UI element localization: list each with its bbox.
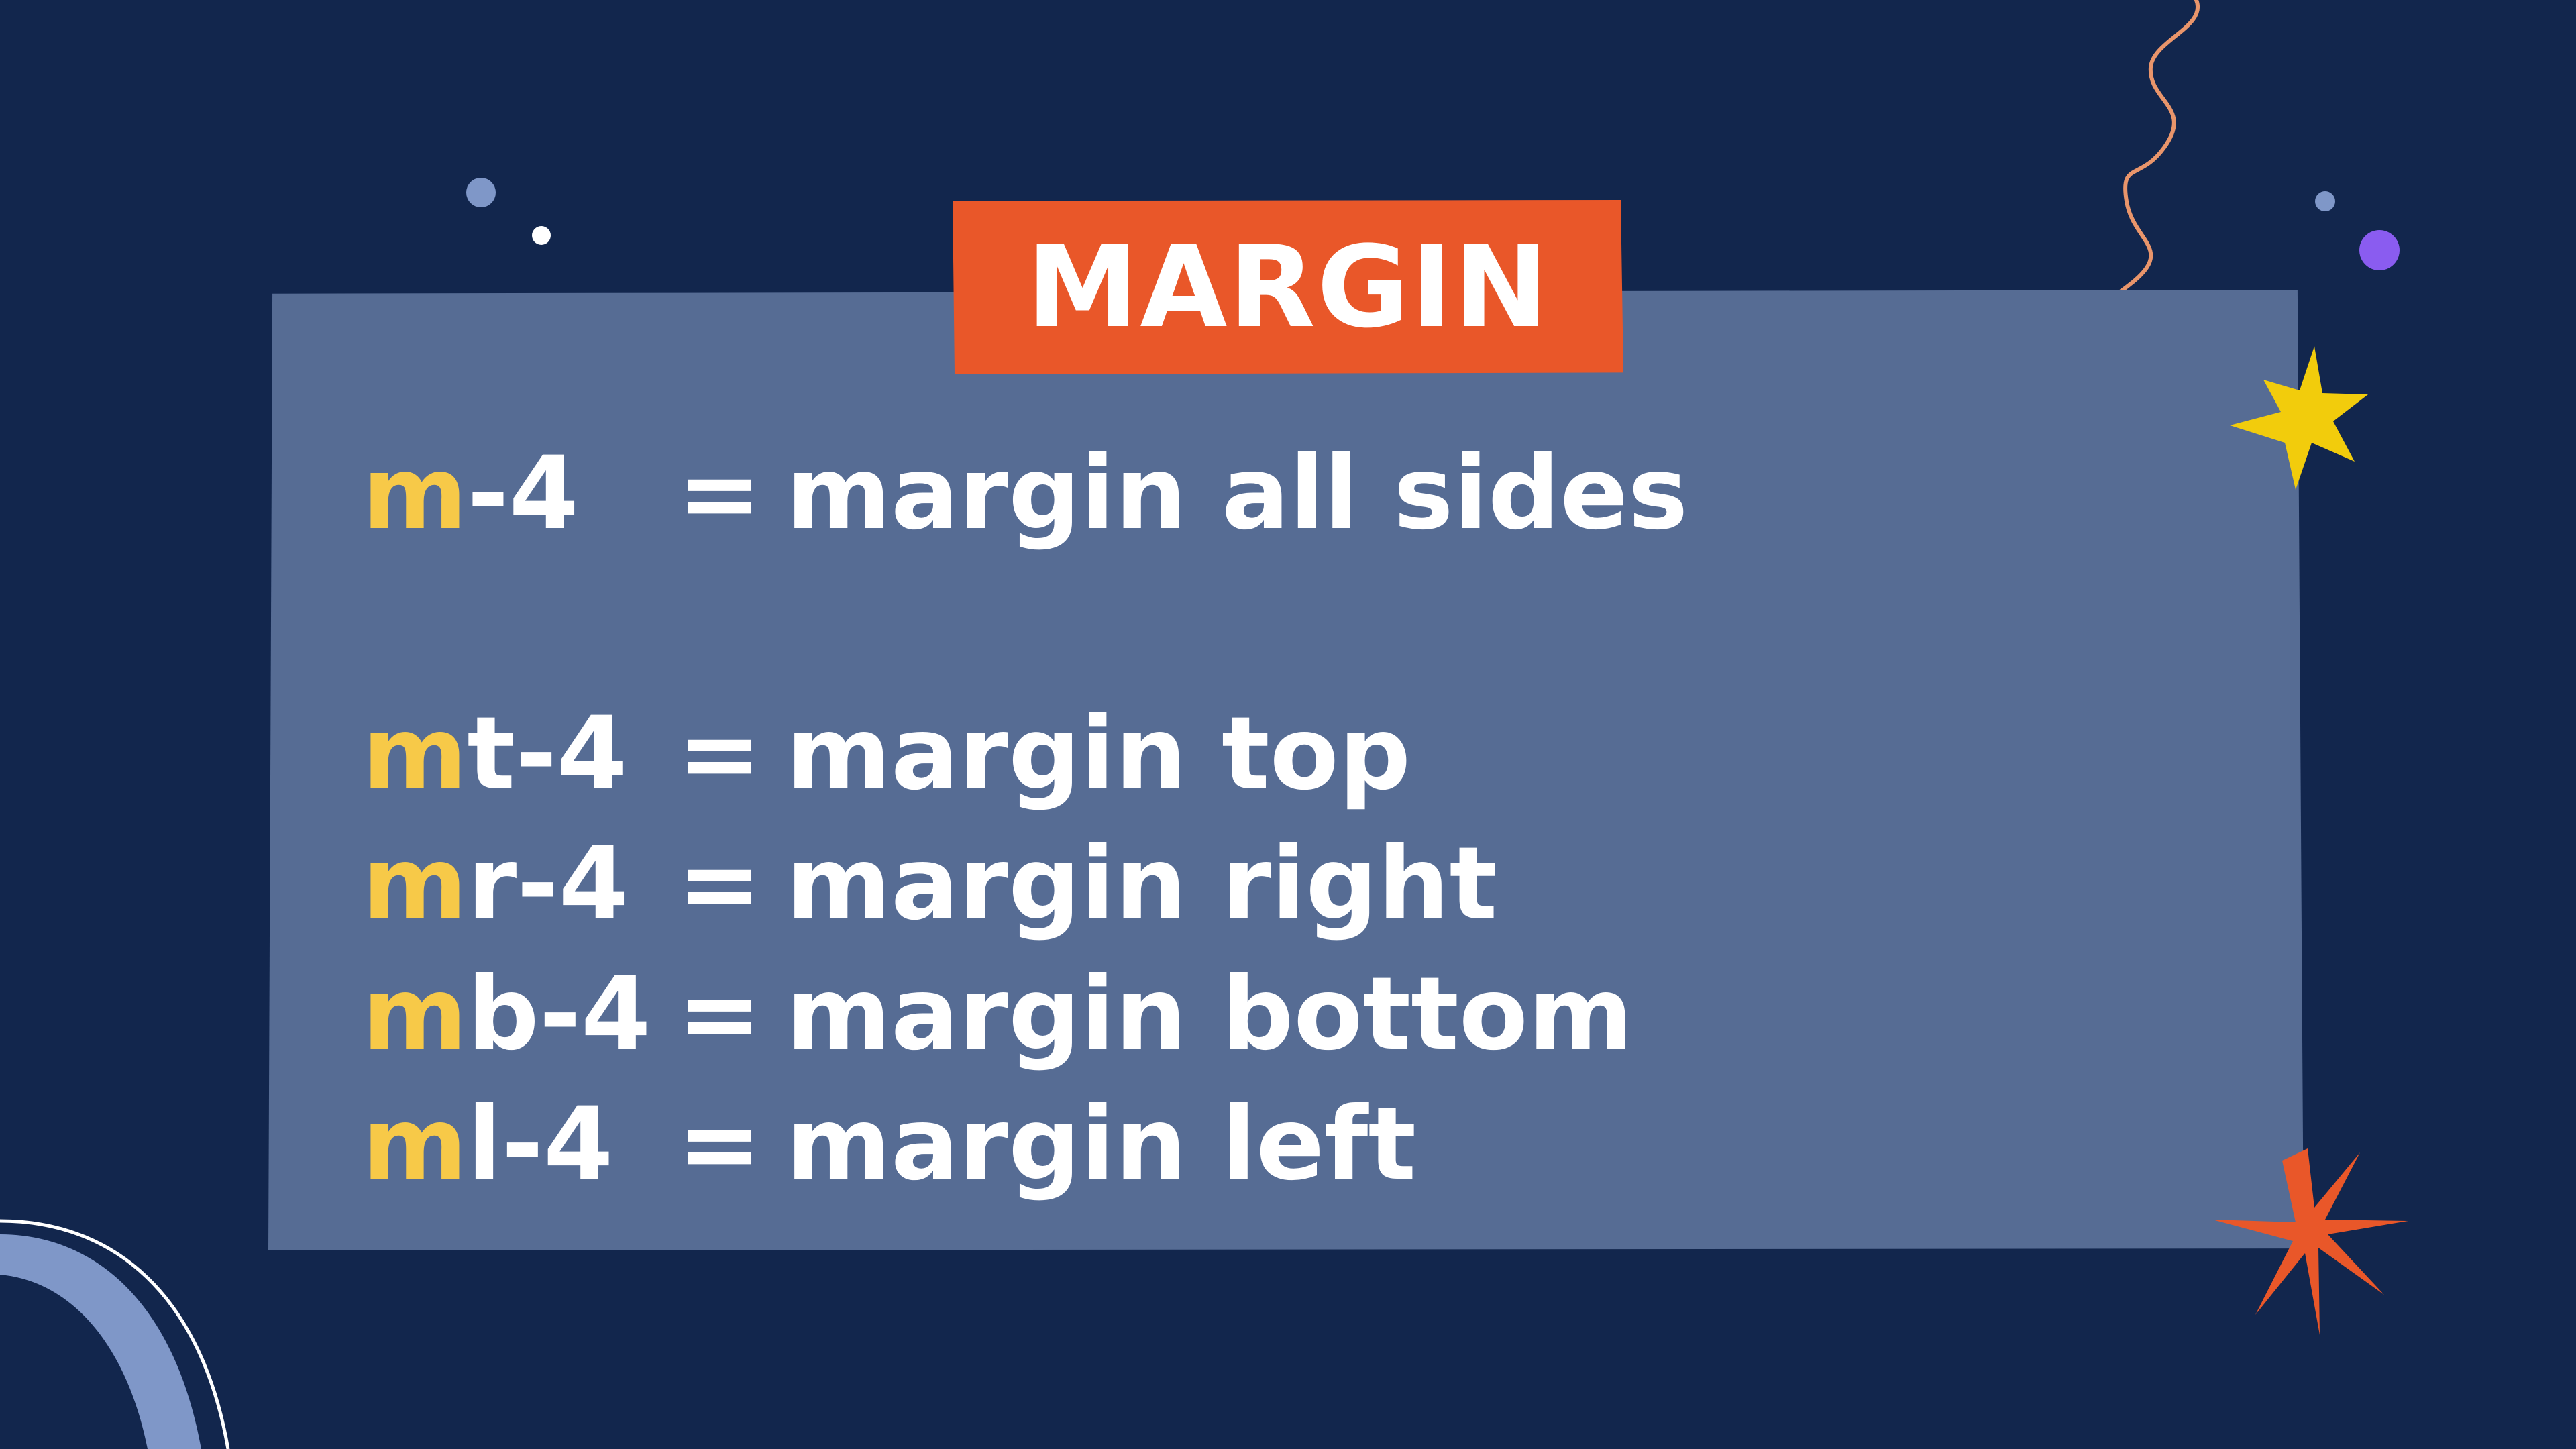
dot-icon-white-left	[532, 226, 551, 245]
class-prefix: m	[362, 1086, 468, 1203]
class-description: margin left	[786, 1086, 1417, 1203]
class-prefix: m	[362, 826, 468, 943]
class-code: mb-4	[362, 964, 678, 1065]
class-description: margin all sides	[786, 435, 1688, 552]
class-suffix: l-4	[467, 1086, 614, 1203]
starburst-icon	[2212, 1148, 2408, 1335]
equals-sign: =	[678, 1086, 762, 1203]
equals-sign: =	[678, 435, 762, 552]
class-prefix: m	[362, 696, 468, 812]
equals-sign: =	[678, 826, 762, 943]
list-item: m-4 = margin all sides	[362, 427, 1688, 561]
class-code: mr-4	[362, 834, 678, 934]
class-description: margin right	[786, 826, 1498, 943]
list-item: mb-4 = margin bottom	[362, 947, 1633, 1081]
class-code: mt-4	[362, 704, 678, 804]
page-title: MARGIN	[1026, 221, 1550, 353]
dot-icon-blue-left	[466, 178, 496, 207]
dot-icon-blue-right	[2315, 191, 2335, 211]
class-suffix: t-4	[467, 696, 627, 812]
list-item: mr-4 = margin right	[362, 817, 1497, 951]
class-code: m-4	[362, 443, 678, 544]
class-description: margin bottom	[786, 956, 1633, 1073]
equals-sign: =	[678, 696, 762, 812]
class-prefix: m	[362, 956, 468, 1073]
class-description: margin top	[786, 696, 1411, 812]
class-suffix: -4	[467, 435, 579, 552]
list-item: mt-4 = margin top	[362, 687, 1411, 821]
class-suffix: r-4	[467, 826, 629, 943]
title-banner: MARGIN	[953, 200, 1623, 374]
list-item: ml-4 = margin left	[362, 1077, 1416, 1212]
arc-icon	[0, 1219, 230, 1449]
dot-icon-purple	[2359, 230, 2400, 270]
class-prefix: m	[362, 435, 468, 552]
equals-sign: =	[678, 956, 762, 1073]
slide: MARGIN m-4 = margin all sides mt-4 = mar…	[0, 0, 2576, 1449]
star-icon	[2230, 346, 2368, 490]
class-suffix: b-4	[467, 956, 651, 1073]
class-code: ml-4	[362, 1094, 678, 1195]
